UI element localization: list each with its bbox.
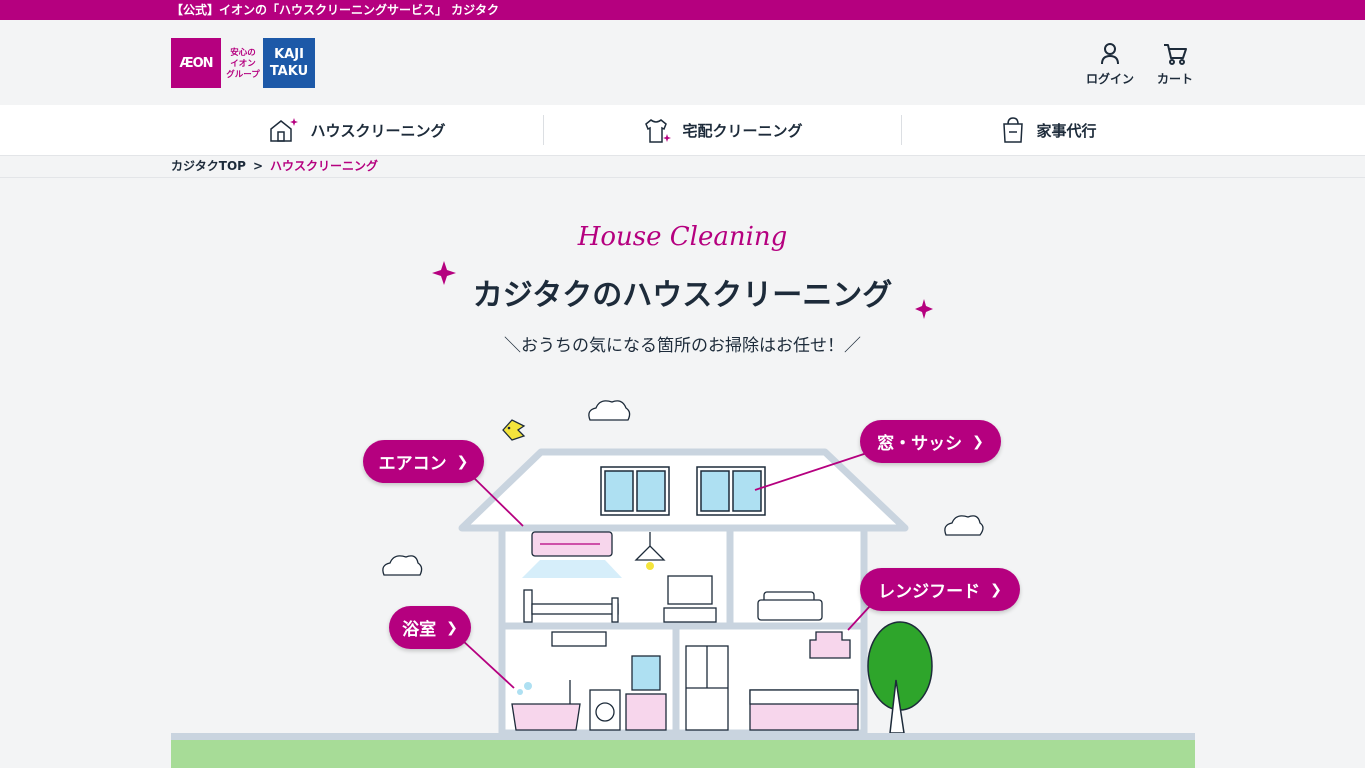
chevron-right-icon: ❯	[456, 453, 469, 470]
house-roof	[458, 448, 909, 532]
aircon-button-label: エアコン	[378, 454, 447, 474]
tv-icon	[663, 575, 717, 623]
sparkle-icon	[432, 261, 456, 285]
cloud-icon	[944, 515, 984, 536]
sofa-icon	[757, 591, 823, 621]
chevron-right-icon: ❯	[446, 619, 458, 636]
kitchen-counter-icon	[749, 689, 859, 731]
bathroom-button-label: 浴室	[402, 620, 437, 640]
house-illustration	[382, 261, 984, 768]
washing-machine-icon	[589, 689, 621, 731]
bathroom-button[interactable]: 浴室 ❯	[389, 606, 471, 649]
aircon-button[interactable]: エアコン ❯	[363, 440, 484, 483]
chevron-right-icon: ❯	[990, 581, 1002, 598]
fridge-icon	[685, 645, 729, 731]
aircon-icon	[522, 531, 622, 578]
ground	[171, 733, 1195, 768]
window-sash-button-label: 窓・サッシ	[877, 434, 963, 454]
window-icon	[696, 466, 766, 516]
bird-icon	[502, 419, 526, 441]
sparkle-icon	[915, 299, 933, 319]
cloud-icon	[588, 400, 631, 421]
cloud-icon	[382, 555, 423, 576]
window-icon	[600, 466, 670, 516]
tree-icon	[867, 621, 933, 734]
ventilation-fan-icon	[551, 631, 607, 647]
window-sash-button[interactable]: 窓・サッシ ❯	[860, 420, 1001, 463]
range-hood-button-label: レンジフード	[878, 582, 981, 602]
chevron-right-icon: ❯	[972, 433, 984, 450]
range-hood-button[interactable]: レンジフード ❯	[860, 568, 1020, 611]
